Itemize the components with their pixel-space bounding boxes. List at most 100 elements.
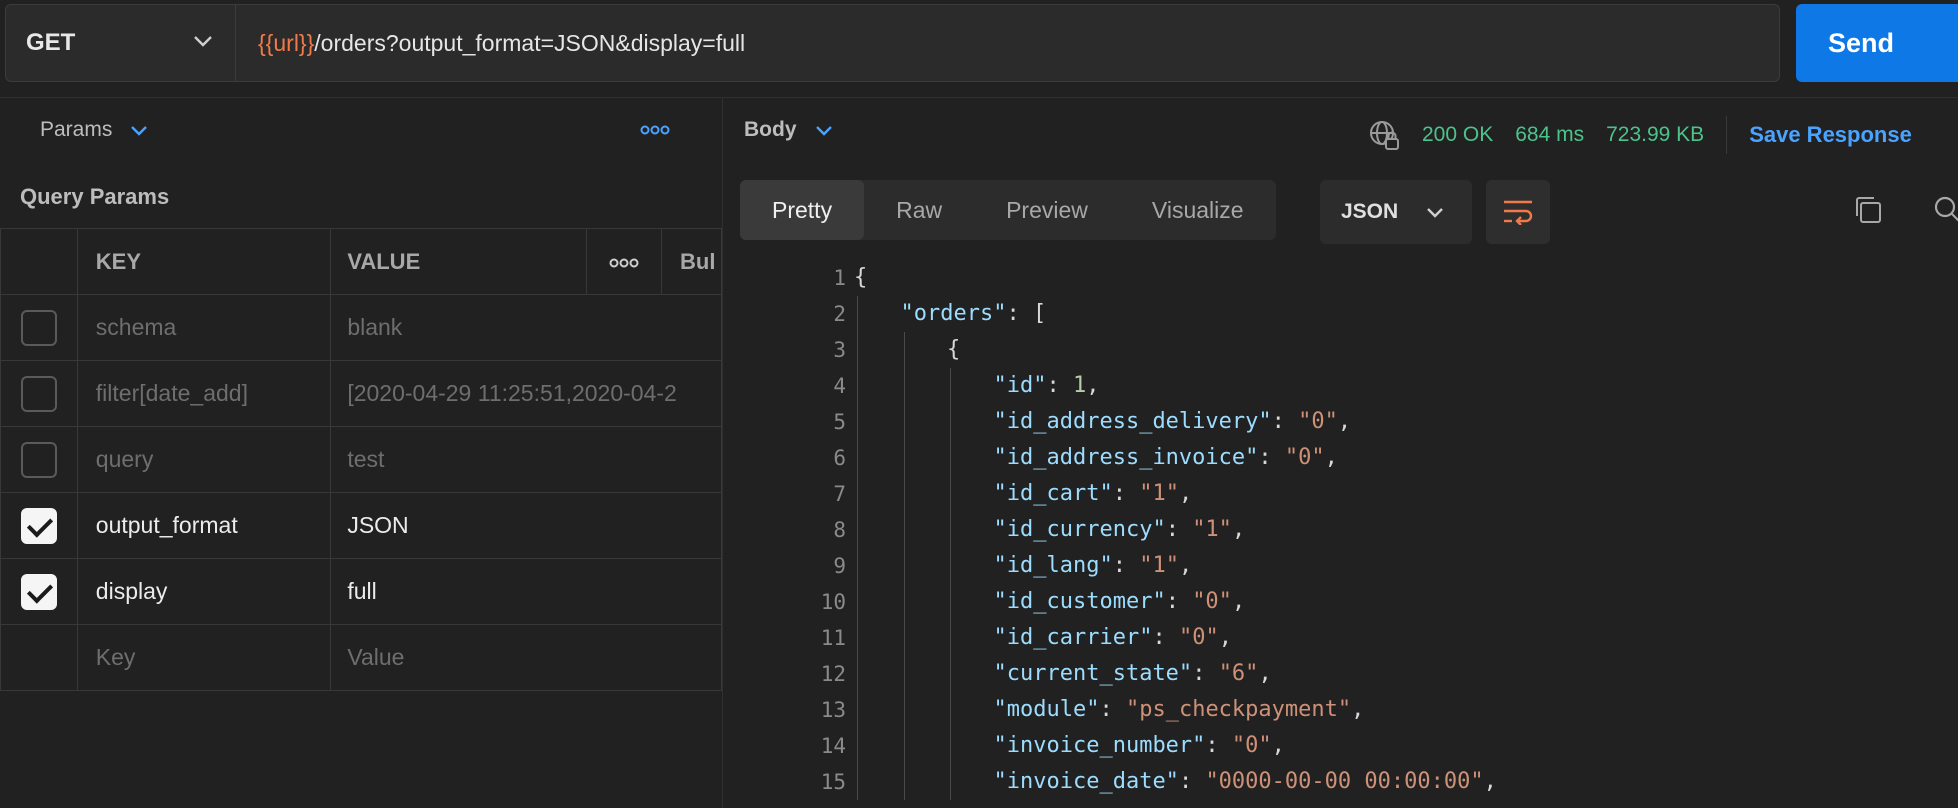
param-key[interactable]: query: [76, 426, 332, 493]
view-tabs: Pretty Raw Preview Visualize: [740, 180, 1276, 240]
indent-guide: [857, 584, 858, 620]
more-horizontal-icon[interactable]: [640, 120, 670, 141]
indent-guide: [857, 512, 858, 548]
param-value[interactable]: JSON: [330, 492, 722, 559]
method-select[interactable]: GET: [6, 5, 236, 81]
code-line: 15 "invoice_date": "0000-00-00 00:00:00",: [724, 764, 1958, 800]
divider: [1726, 116, 1728, 154]
table-row: display full: [0, 558, 722, 625]
column-options-button[interactable]: [586, 228, 662, 295]
code-line: 2 "orders": [: [724, 296, 1958, 332]
code-line: 9 "id_lang": "1",: [724, 548, 1958, 584]
status-code[interactable]: 200 OK: [1422, 123, 1493, 147]
param-value[interactable]: full: [330, 558, 722, 625]
indent-guide: [950, 404, 951, 440]
params-panel: Params Query Params KEY VALUE Bul schema…: [0, 98, 723, 808]
new-key-input[interactable]: Key: [76, 624, 332, 691]
indent-guide: [950, 440, 951, 476]
code-text: {: [854, 260, 867, 296]
row-checkbox[interactable]: [20, 573, 57, 610]
save-response-button[interactable]: Save Response: [1749, 122, 1912, 148]
chevron-down-icon: [194, 36, 212, 47]
header-key: KEY: [76, 228, 332, 295]
globe-lock-icon[interactable]: [1368, 119, 1400, 151]
json-string: "6": [1218, 661, 1259, 686]
tab-body[interactable]: Body: [744, 118, 833, 142]
json-key: "module": [993, 697, 1100, 722]
json-key: "id": [993, 373, 1047, 398]
chevron-down-icon: [815, 125, 832, 136]
copy-icon[interactable]: [1852, 194, 1884, 231]
code-text: "current_state": "6",: [994, 656, 1272, 692]
line-number: 3: [833, 338, 846, 362]
header-value: VALUE: [330, 228, 588, 295]
indent-guide: [857, 620, 858, 656]
indent-guide: [950, 728, 951, 764]
indent-guide: [857, 476, 858, 512]
url-variable: {{url}}: [258, 29, 315, 56]
tab-raw[interactable]: Raw: [864, 180, 974, 240]
code-text: "invoice_date": "0000-00-00 00:00:00",: [994, 764, 1497, 800]
code-text: "id_cart": "1",: [994, 476, 1193, 512]
json-punct: :: [1152, 625, 1179, 650]
row-checkbox[interactable]: [20, 507, 57, 544]
param-value[interactable]: blank: [330, 294, 722, 361]
code-text: "id_carrier": "0",: [994, 620, 1232, 656]
code-text: "id_currency": "1",: [994, 512, 1246, 548]
wrap-lines-button[interactable]: [1486, 180, 1550, 244]
indent-guide: [857, 368, 858, 404]
row-checkbox[interactable]: [20, 309, 57, 346]
line-number: 14: [820, 734, 846, 758]
json-punct: :: [1178, 769, 1206, 794]
json-key: "id_cart": [993, 481, 1113, 506]
indent-guide: [903, 440, 905, 476]
json-key: "id_customer": [993, 589, 1166, 614]
new-value-input[interactable]: Value: [330, 624, 722, 691]
request-bar: GET {{url}}/orders?output_format=JSON&di…: [0, 0, 1958, 98]
tab-visualize[interactable]: Visualize: [1120, 180, 1276, 240]
json-string: "0": [1231, 733, 1272, 758]
send-button[interactable]: Send: [1796, 4, 1958, 82]
code-text: "id_address_invoice": "0",: [994, 440, 1338, 476]
tab-preview[interactable]: Preview: [974, 180, 1120, 240]
code-line: 1{: [724, 260, 1958, 296]
response-body-code[interactable]: 1{2 "orders": [3{4 "id": 1, 5 "id_address_de…: [724, 260, 1958, 800]
url-path: /orders?output_format=JSON&display=full: [314, 29, 746, 56]
json-string: "0": [1192, 589, 1232, 614]
line-number: 11: [820, 626, 846, 650]
row-checkbox[interactable]: [20, 375, 57, 412]
param-key[interactable]: display: [76, 558, 332, 625]
json-punct: ,: [1258, 661, 1272, 686]
json-punct: ,: [1086, 373, 1100, 398]
search-icon[interactable]: [1932, 194, 1958, 231]
row-checkbox[interactable]: [20, 441, 57, 478]
indent-guide: [950, 548, 951, 584]
response-panel: Body 200 OK 684 ms 723.99 KB Save Respon…: [724, 98, 1958, 808]
param-value[interactable]: test: [330, 426, 722, 493]
response-size[interactable]: 723.99 KB: [1606, 123, 1704, 147]
line-number: 15: [820, 770, 846, 794]
json-string: "1": [1192, 517, 1232, 542]
tab-pretty[interactable]: Pretty: [740, 180, 865, 240]
code-line: 8 "id_currency": "1",: [724, 512, 1958, 548]
indent-guide: [903, 548, 905, 584]
indent-guide: [950, 512, 951, 548]
param-key[interactable]: filter[date_add]: [76, 360, 332, 427]
response-time[interactable]: 684 ms: [1515, 123, 1584, 147]
code-text: "id_customer": "0",: [994, 584, 1246, 620]
bulk-edit-link[interactable]: Bul: [661, 228, 722, 295]
code-text: "id_address_delivery": "0",: [994, 404, 1352, 440]
code-line: 13 "module": "ps_checkpayment",: [724, 692, 1958, 728]
code-text: "id": 1,: [994, 368, 1100, 404]
param-value[interactable]: [2020-04-29 11:25:51,2020-04-2: [330, 360, 722, 427]
url-input[interactable]: {{url}}/orders?output_format=JSON&displa…: [236, 5, 745, 81]
format-select[interactable]: JSON: [1320, 180, 1472, 244]
indent-guide: [903, 332, 905, 368]
param-key[interactable]: schema: [76, 294, 332, 361]
body-tab-label: Body: [744, 118, 797, 141]
indent-guide: [857, 764, 858, 800]
json-punct: : [: [1006, 301, 1047, 326]
indent-guide: [903, 728, 905, 764]
param-key[interactable]: output_format: [76, 492, 332, 559]
tab-params[interactable]: Params: [40, 118, 148, 142]
